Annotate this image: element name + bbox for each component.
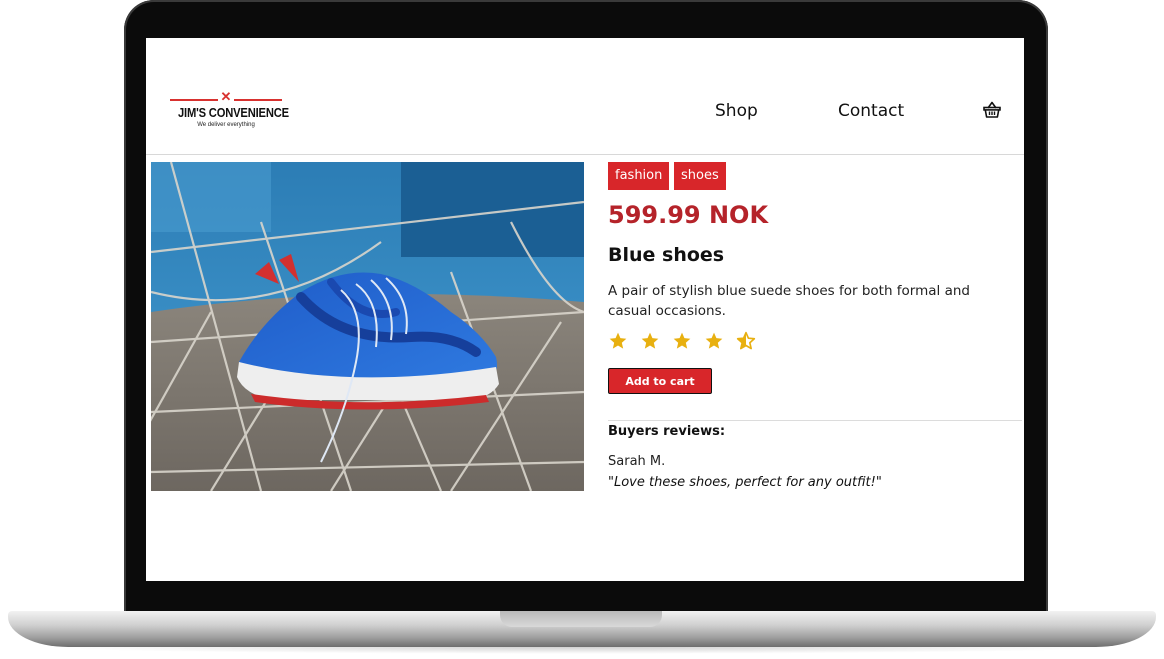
add-to-cart-button[interactable]: Add to cart — [608, 368, 712, 394]
navbar: ✕ JIM'S CONVENIENCE We deliver everythin… — [146, 38, 1024, 155]
tag-shoes[interactable]: shoes — [674, 162, 726, 190]
logo-cross-icon: ✕ — [220, 89, 232, 104]
nav-link-shop[interactable]: Shop — [715, 101, 758, 121]
brand-tagline: We deliver everything — [197, 122, 255, 128]
laptop-notch — [500, 611, 662, 627]
product-image — [151, 162, 584, 491]
review-author: Sarah M. — [608, 454, 666, 469]
divider — [608, 420, 1022, 421]
brand-name: JIM'S CONVENIENCE — [177, 105, 289, 120]
brand-logo[interactable]: ✕ JIM'S CONVENIENCE We deliver everythin… — [170, 90, 289, 134]
product-title: Blue shoes — [608, 244, 725, 266]
product-price: 599.99 NOK — [608, 201, 769, 229]
tag-fashion[interactable]: fashion — [608, 162, 670, 190]
star-icon — [672, 331, 692, 351]
star-icon — [608, 331, 628, 351]
star-icon — [640, 331, 660, 351]
basket-icon[interactable] — [982, 100, 1002, 120]
review-text: "Love these shoes, perfect for any outfi… — [608, 475, 882, 490]
product-description: A pair of stylish blue suede shoes for b… — [608, 283, 970, 319]
nav-link-contact[interactable]: Contact — [838, 101, 904, 121]
reviews-heading: Buyers reviews: — [608, 424, 726, 439]
laptop-screen: ✕ JIM'S CONVENIENCE We deliver everythin… — [146, 38, 1024, 581]
star-half-icon — [736, 331, 756, 351]
star-rating — [608, 331, 763, 351]
star-icon — [704, 331, 724, 351]
